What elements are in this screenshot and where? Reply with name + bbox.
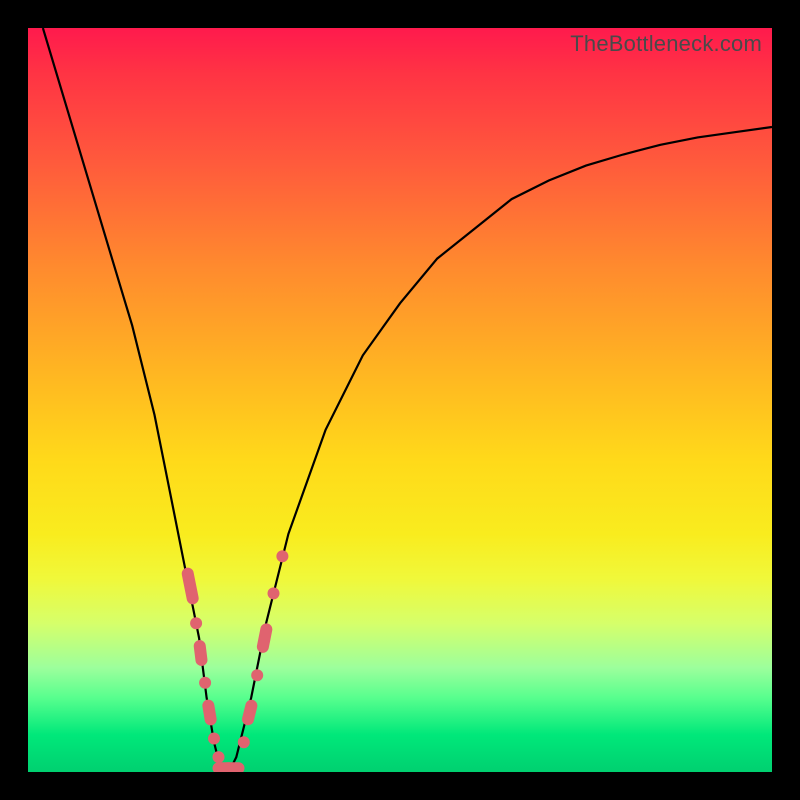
- plot-area: TheBottleneck.com: [28, 28, 772, 772]
- watermark-text: TheBottleneck.com: [570, 31, 762, 57]
- bottleneck-curve: [28, 28, 772, 772]
- outer-frame: TheBottleneck.com: [0, 0, 800, 800]
